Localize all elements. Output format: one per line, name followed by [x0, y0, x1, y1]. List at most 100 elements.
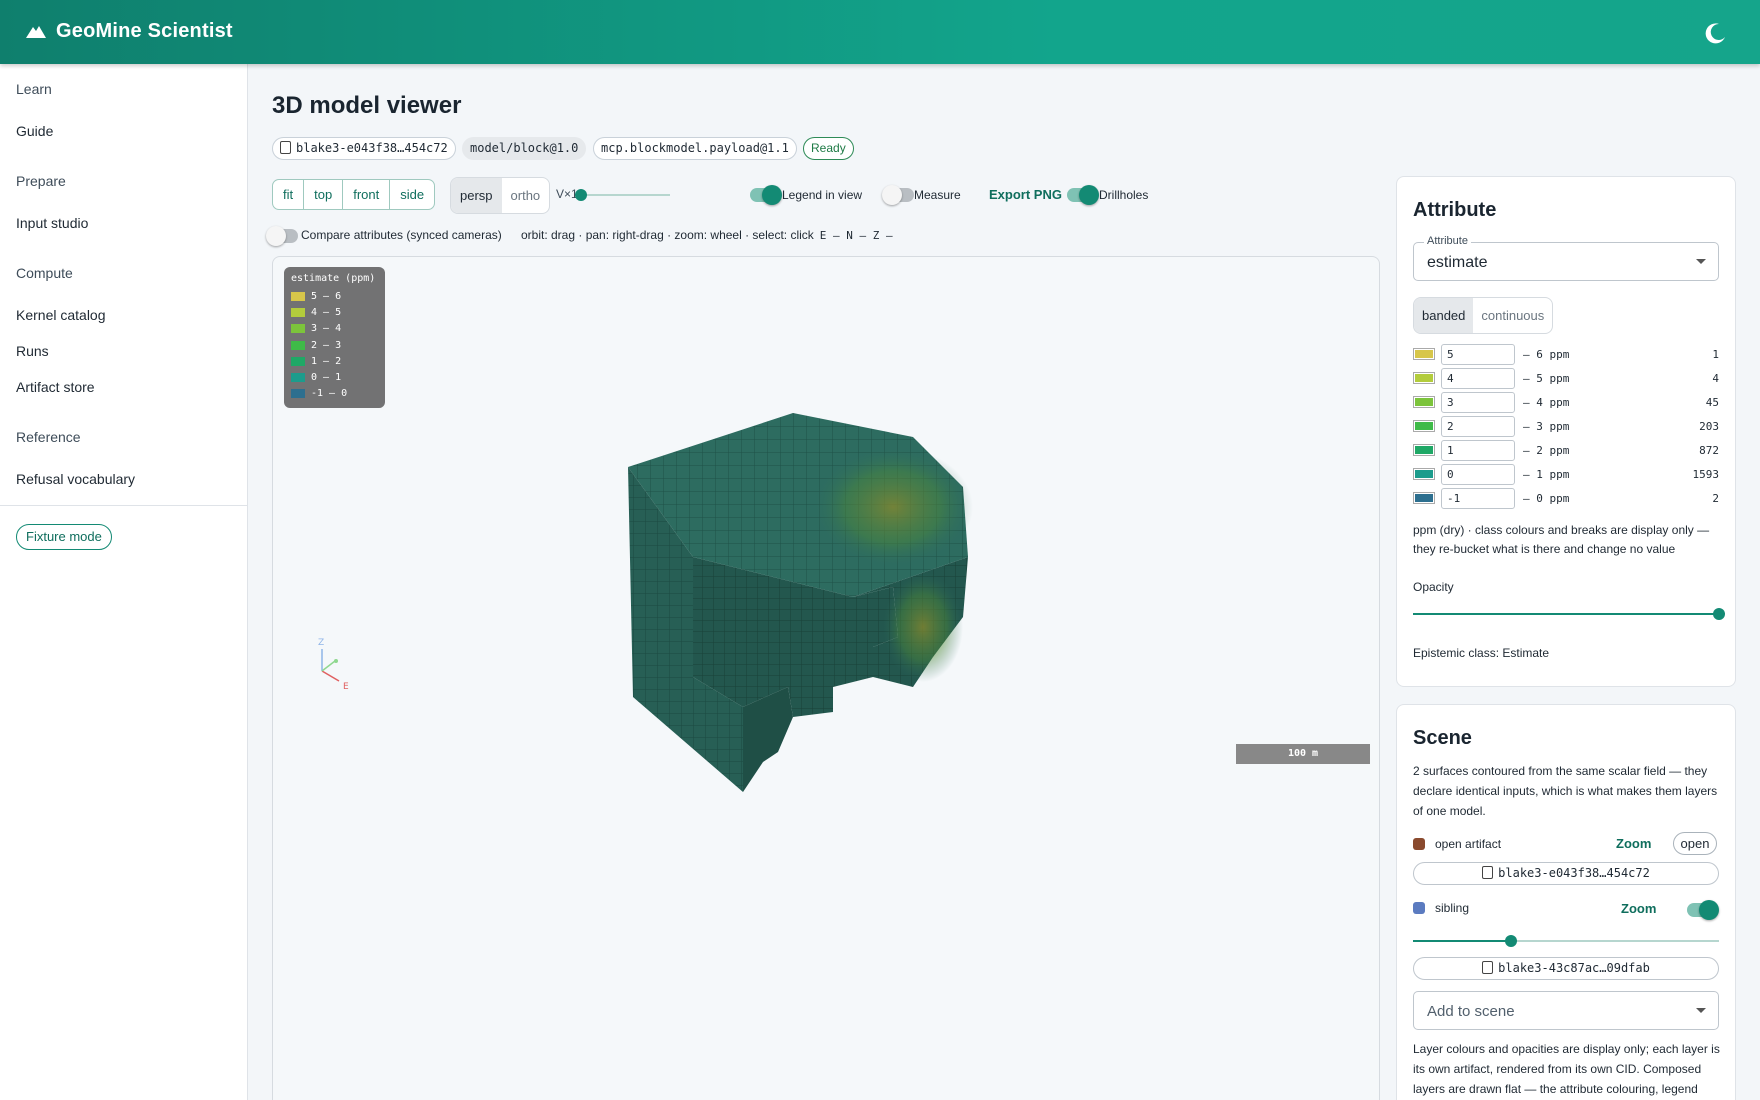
band-upper-label: – 0 ppm: [1523, 491, 1570, 505]
cid-chip[interactable]: blake3-e043f38…454c72: [272, 137, 456, 160]
band-row: 4 – 5 ppm 4: [1413, 367, 1719, 389]
status-badge: Ready: [803, 137, 854, 160]
drillholes-switch[interactable]: [1067, 185, 1099, 205]
band-upper-label: – 6 ppm: [1523, 347, 1570, 361]
copy-icon: [1482, 961, 1494, 974]
band-color-swatch[interactable]: [1413, 372, 1435, 384]
sidebar-item-input-studio[interactable]: Input studio: [16, 215, 88, 231]
layer-cid[interactable]: blake3-e043f38…454c72: [1413, 862, 1719, 885]
band-row: 0 – 1 ppm 1593: [1413, 463, 1719, 485]
band-color-swatch[interactable]: [1413, 396, 1435, 408]
band-row: 1 – 2 ppm 872: [1413, 439, 1719, 461]
add-to-scene-select[interactable]: Add to scene: [1413, 991, 1719, 1030]
layer-opacity-fill: [1413, 940, 1511, 942]
view-button-group: fit top front side: [272, 179, 436, 210]
dark-mode-icon[interactable]: [1702, 20, 1728, 46]
vx-slider-thumb[interactable]: [575, 189, 587, 201]
sidebar-item-refusal-vocabulary[interactable]: Refusal vocabulary: [16, 471, 135, 487]
chevron-down-icon: [1696, 258, 1706, 264]
band-row: 5 – 6 ppm 1: [1413, 343, 1719, 365]
view-fit-button[interactable]: fit: [273, 180, 305, 209]
attribute-note: ppm (dry) · class colours and breaks are…: [1413, 523, 1710, 556]
attribute-select-label: Attribute: [1424, 235, 1471, 247]
band-row: 3 – 4 ppm 45: [1413, 391, 1719, 413]
controls-hint: orbit: drag · pan: right-drag · zoom: wh…: [521, 228, 893, 242]
scale-bar: 100 m: [1236, 744, 1370, 764]
compare-attributes-switch[interactable]: [266, 226, 298, 246]
copy-icon: [280, 141, 291, 154]
band-count: 1: [1712, 347, 1719, 361]
block-model-render[interactable]: Z E: [273, 257, 1380, 817]
sidebar-item-guide[interactable]: Guide: [16, 123, 53, 139]
axes-hint: E — N — Z —: [819, 229, 893, 242]
sidebar-item-kernel-catalog[interactable]: Kernel catalog: [16, 307, 106, 323]
layer-zoom-button[interactable]: Zoom: [1616, 836, 1651, 851]
band-lower-input[interactable]: 3: [1441, 391, 1515, 413]
attribute-select[interactable]: Attribute estimate: [1413, 235, 1719, 281]
band-count: 4: [1712, 371, 1719, 385]
band-upper-label: – 5 ppm: [1523, 371, 1570, 385]
band-count: 2: [1712, 491, 1719, 505]
measure-label: Measure: [914, 188, 961, 202]
layer-zoom-button[interactable]: Zoom: [1621, 901, 1656, 916]
legend-in-view-switch[interactable]: [750, 185, 782, 205]
band-row: -1 – 0 ppm 2: [1413, 487, 1719, 509]
vx-slider-track[interactable]: [580, 194, 670, 196]
opacity-slider-thumb[interactable]: [1713, 608, 1725, 620]
sidebar-item-runs[interactable]: Runs: [16, 343, 49, 359]
measure-switch[interactable]: [882, 185, 914, 205]
compare-attributes-label: Compare attributes (synced cameras): [301, 228, 502, 242]
epistemic-class: Epistemic class: Estimate: [1413, 646, 1550, 660]
layer-opacity-thumb[interactable]: [1505, 935, 1517, 947]
band-color-swatch[interactable]: [1413, 444, 1435, 456]
app-bar: GeoMine Scientist: [0, 0, 1760, 64]
layer-color-swatch[interactable]: [1413, 838, 1425, 850]
export-png-button[interactable]: Export PNG: [989, 187, 1062, 202]
color-mode-toggle: banded continuous: [1413, 297, 1554, 334]
band-count: 1593: [1692, 467, 1720, 481]
projection-ortho-button[interactable]: ortho: [502, 178, 550, 213]
layer-open-button[interactable]: open: [1673, 832, 1717, 855]
layer-cid[interactable]: blake3-43c87ac…09dfab: [1413, 957, 1719, 980]
attribute-panel: Attribute Attribute estimate banded cont…: [1396, 176, 1736, 687]
mode-continuous-button[interactable]: continuous: [1473, 298, 1552, 333]
band-lower-input[interactable]: -1: [1441, 487, 1515, 509]
layer-name: open artifact: [1435, 837, 1502, 851]
band-lower-input[interactable]: 0: [1441, 463, 1515, 485]
sidebar: Learn Guide Prepare Input studio Compute…: [0, 64, 248, 1100]
attribute-panel-title: Attribute: [1413, 199, 1497, 221]
add-to-scene-placeholder: Add to scene: [1427, 1003, 1515, 1020]
mode-banded-button[interactable]: banded: [1414, 298, 1474, 333]
layer-color-swatch[interactable]: [1413, 902, 1425, 914]
band-color-swatch[interactable]: [1413, 420, 1435, 432]
layer-visibility-switch[interactable]: [1687, 900, 1719, 920]
band-lower-input[interactable]: 2: [1441, 415, 1515, 437]
projection-toggle: persp ortho: [450, 177, 551, 214]
fixture-mode-chip[interactable]: Fixture mode: [16, 524, 112, 550]
band-lower-input[interactable]: 4: [1441, 367, 1515, 389]
model-viewport[interactable]: estimate (ppm) 5 – 64 – 53 – 42 – 31 – 2…: [272, 256, 1380, 1100]
view-side-button[interactable]: side: [390, 180, 434, 209]
band-color-swatch[interactable]: [1413, 348, 1435, 360]
payload-chip: mcp.blockmodel.payload@1.1: [593, 137, 797, 160]
opacity-slider-track[interactable]: [1413, 613, 1719, 615]
band-color-swatch[interactable]: [1413, 492, 1435, 504]
sidebar-group-compute: Compute: [16, 265, 73, 281]
sidebar-divider: [0, 505, 248, 506]
grade-highlight-front: [883, 572, 963, 682]
scene-footnote: Layer colours and opacities are display …: [1413, 1042, 1720, 1096]
axis-gizmo: Z E: [318, 638, 349, 692]
band-color-swatch[interactable]: [1413, 468, 1435, 480]
schema-chip: model/block@1.0: [462, 137, 587, 160]
projection-persp-button[interactable]: persp: [451, 178, 502, 213]
band-lower-input[interactable]: 5: [1441, 343, 1515, 365]
view-top-button[interactable]: top: [304, 180, 344, 209]
axis-e-label: E: [343, 682, 349, 692]
sidebar-item-artifact-store[interactable]: Artifact store: [16, 379, 95, 395]
view-front-button[interactable]: front: [343, 180, 391, 209]
band-count: 203: [1699, 419, 1719, 433]
band-upper-label: – 1 ppm: [1523, 467, 1570, 481]
legend-in-view-label: Legend in view: [782, 188, 863, 202]
band-upper-label: – 4 ppm: [1523, 395, 1570, 409]
band-lower-input[interactable]: 1: [1441, 439, 1515, 461]
